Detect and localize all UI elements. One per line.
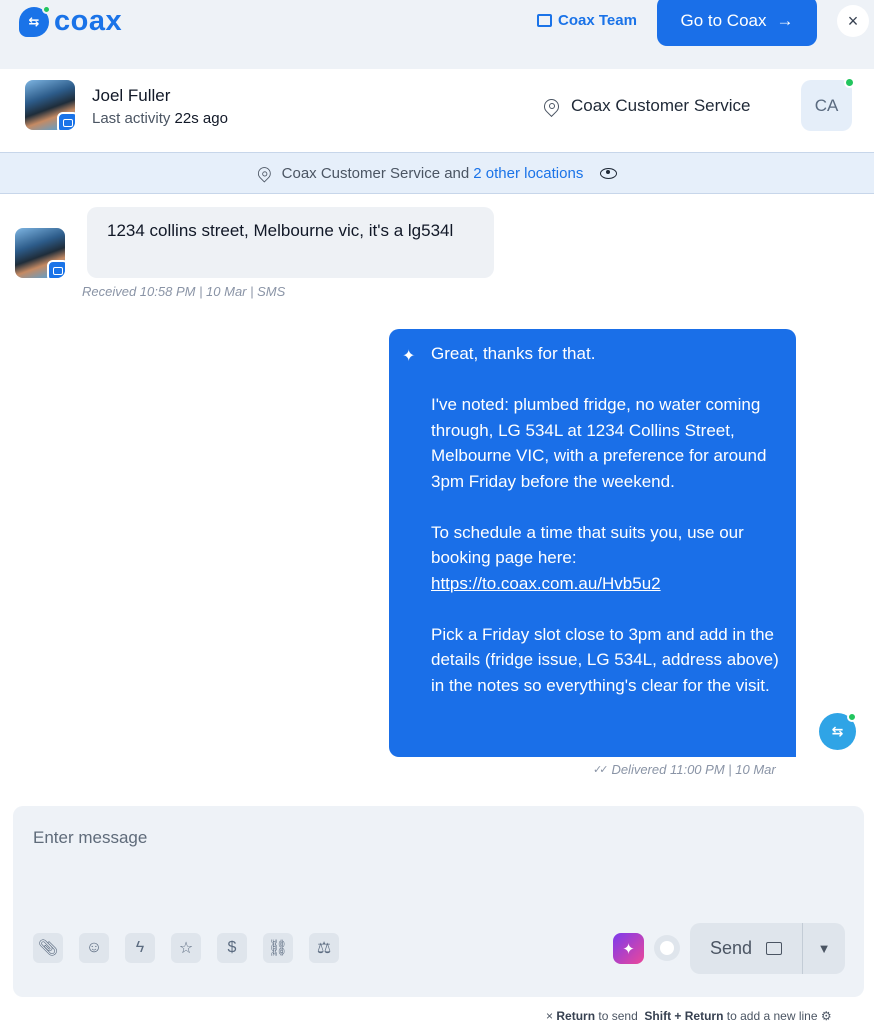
sms-channel-badge: [47, 260, 65, 278]
location-pin-icon: [544, 99, 557, 114]
message-paragraph: Great, thanks for that.: [431, 344, 596, 363]
top-bar: ⇆ coax Coax Team Go to Coax → ×: [0, 0, 874, 69]
online-status-dot: [844, 77, 855, 88]
star-icon[interactable]: ☆: [171, 933, 201, 963]
contact-name[interactable]: Joel Fuller: [92, 86, 170, 106]
close-icon[interactable]: ×: [546, 1009, 553, 1023]
link-icon[interactable]: ⛓: [263, 933, 293, 963]
dollar-icon[interactable]: $: [217, 933, 247, 963]
record-toggle[interactable]: [654, 935, 680, 961]
send-button[interactable]: Send: [690, 923, 803, 974]
eye-icon[interactable]: [600, 167, 618, 179]
coax-agent-avatar: ⇆: [819, 712, 857, 750]
locations-bar: Coax Customer Service and 2 other locati…: [0, 152, 874, 194]
lightning-icon[interactable]: ϟ: [125, 933, 155, 963]
message-paragraph: I've noted: plumbed fridge, no water com…: [431, 395, 767, 491]
chat-icon: [63, 119, 73, 127]
coax-logo-icon: ⇆: [19, 4, 51, 37]
ai-assist-icon[interactable]: ✦: [613, 933, 644, 964]
booking-link[interactable]: https://to.coax.com.au/Hvb5u2: [431, 574, 661, 593]
location-selector[interactable]: Coax Customer Service: [544, 96, 751, 116]
coax-logo[interactable]: ⇆ coax: [19, 4, 123, 38]
location-pin-icon: [258, 167, 269, 180]
send-button-group: Send ▼: [690, 923, 845, 974]
paperclip-icon[interactable]: 📎︎: [33, 933, 63, 963]
agent-avatar[interactable]: CA: [801, 77, 855, 131]
sms-channel-badge: [57, 112, 75, 130]
close-icon: ×: [847, 10, 859, 31]
other-locations-link[interactable]: 2 other locations: [473, 165, 583, 182]
gear-icon[interactable]: ⚙: [821, 1009, 832, 1023]
go-to-coax-button[interactable]: Go to Coax →: [657, 0, 817, 46]
gavel-icon[interactable]: ⚖: [309, 933, 339, 963]
briefcase-icon: [537, 14, 552, 27]
ai-sparkle-icon: ✦: [402, 348, 416, 365]
message-paragraph: To schedule a time that suits you, use o…: [431, 522, 744, 593]
incoming-message-bubble: 1234 collins street, Melbourne vic, it's…: [87, 207, 494, 278]
message-sender-avatar: [15, 228, 65, 278]
keyboard-hint: × Return to send Shift + Return to add a…: [546, 1009, 832, 1023]
contact-header: Joel Fuller Last activity 22s ago Coax C…: [0, 69, 874, 152]
brand-name: coax: [54, 5, 123, 37]
message-paragraph: Pick a Friday slot close to 3pm and add …: [431, 624, 779, 695]
delivered-check-icon: ✓✓: [593, 764, 609, 776]
outgoing-message-meta: ✓✓ Delivered 11:00 PM | 10 Mar: [593, 762, 776, 777]
last-activity: Last activity 22s ago: [92, 110, 228, 127]
arrow-right-icon: →: [776, 11, 794, 30]
close-button[interactable]: ×: [837, 5, 869, 37]
chat-icon: [766, 942, 783, 955]
outgoing-message-bubble: ✦ Great, thanks for that. I've noted: pl…: [389, 329, 796, 757]
chat-icon: [53, 267, 63, 275]
incoming-message-meta: Received 10:58 PM | 10 Mar | SMS: [82, 284, 286, 299]
chevron-down-icon[interactable]: ▼: [803, 923, 845, 974]
contact-avatar[interactable]: [25, 80, 75, 130]
emoji-icon[interactable]: ☺: [79, 933, 109, 963]
coax-team-link[interactable]: Coax Team: [537, 12, 637, 29]
message-composer: 📎︎ ☺ ϟ ☆ $ ⛓ ⚖ ✦ Send ▼: [13, 806, 864, 997]
message-input[interactable]: [33, 828, 813, 848]
